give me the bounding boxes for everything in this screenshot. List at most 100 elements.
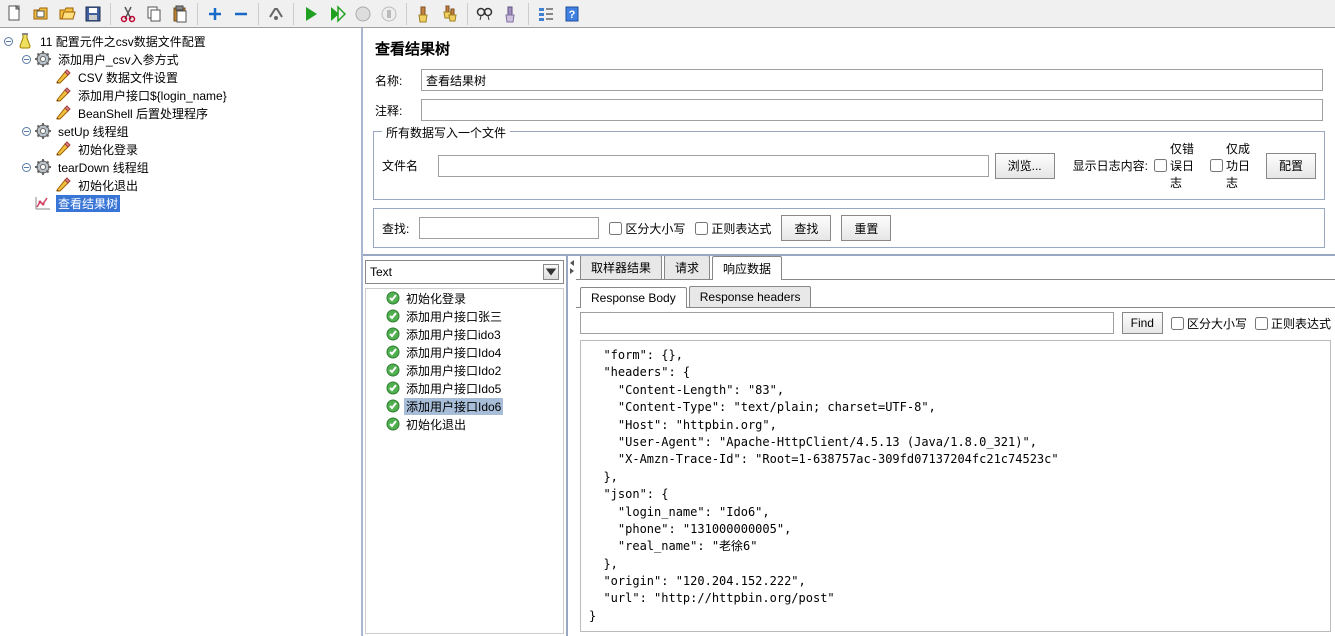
- tree-node[interactable]: 初始化退出: [0, 176, 361, 194]
- result-item[interactable]: 添加用户接口张三: [366, 307, 563, 325]
- tb-open[interactable]: [54, 2, 80, 26]
- response-body[interactable]: "form": {}, "headers": { "Content-Length…: [580, 340, 1331, 632]
- tb-search[interactable]: [472, 2, 498, 26]
- pass-icon: [386, 417, 400, 431]
- result-item[interactable]: 初始化退出: [366, 415, 563, 433]
- tree-node[interactable]: 添加用户_csv入参方式: [0, 50, 361, 68]
- tb-save[interactable]: [80, 2, 106, 26]
- file-input[interactable]: [438, 155, 989, 177]
- tree-node[interactable]: 初始化登录: [0, 140, 361, 158]
- toggle-icon[interactable]: [20, 53, 32, 65]
- tb-cut[interactable]: [115, 2, 141, 26]
- tree-node[interactable]: 查看结果树: [0, 194, 361, 212]
- find-case-check[interactable]: 区分大小写: [1171, 315, 1247, 332]
- pencil-icon: [54, 69, 72, 85]
- tree-node[interactable]: 添加用户接口${login_name}: [0, 86, 361, 104]
- comment-input[interactable]: [421, 99, 1323, 121]
- divider-handle[interactable]: [568, 256, 576, 636]
- pencil-icon: [54, 105, 72, 121]
- tb-help[interactable]: ?: [559, 2, 585, 26]
- search-reset-button[interactable]: 重置: [841, 215, 891, 241]
- result-label: 添加用户接口ido3: [404, 326, 503, 343]
- node-label: 添加用户接口${login_name}: [76, 87, 229, 104]
- find-row: Find 区分大小写 正则表达式: [580, 312, 1331, 334]
- tb-copy[interactable]: [141, 2, 167, 26]
- search-input[interactable]: [419, 217, 599, 239]
- node-label: 初始化登录: [76, 141, 140, 158]
- tb-toggle[interactable]: [263, 2, 289, 26]
- tree-node[interactable]: tearDown 线程组: [0, 158, 361, 176]
- beaker-icon: [16, 33, 34, 49]
- tb-stop[interactable]: [350, 2, 376, 26]
- find-regex-check[interactable]: 正则表达式: [1255, 315, 1331, 332]
- toggle-icon[interactable]: [20, 125, 32, 137]
- toggle-icon[interactable]: [2, 35, 14, 47]
- result-item[interactable]: 初始化登录: [366, 289, 563, 307]
- result-label: 添加用户接口Ido6: [404, 398, 503, 415]
- tab-response[interactable]: 响应数据: [712, 256, 782, 280]
- result-label: 添加用户接口Ido2: [404, 362, 503, 379]
- main-tabs: 取样器结果 请求 响应数据: [576, 256, 1335, 280]
- result-item[interactable]: 添加用户接口Ido2: [366, 361, 563, 379]
- tree-node[interactable]: CSV 数据文件设置: [0, 68, 361, 86]
- split-lower: Text 初始化登录添加用户接口张三添加用户接口ido3添加用户接口Ido4添加…: [363, 254, 1335, 636]
- tb-templates[interactable]: [28, 2, 54, 26]
- panel-title: 查看结果树: [363, 28, 1335, 65]
- search-find-button[interactable]: 查找: [781, 215, 831, 241]
- sub-tabs: Response Body Response headers: [576, 284, 1335, 308]
- chevron-down-icon: [543, 264, 559, 280]
- browse-button[interactable]: 浏览...: [995, 153, 1055, 179]
- gear-icon: [34, 123, 52, 139]
- node-label: CSV 数据文件设置: [76, 69, 180, 86]
- search-row: 查找: 区分大小写 正则表达式 查找 重置: [373, 208, 1325, 248]
- right-panel: 查看结果树 名称: 注释: 所有数据写入一个文件 文件名 浏览... 显示日志内…: [363, 28, 1335, 636]
- tb-clear[interactable]: [411, 2, 437, 26]
- pass-icon: [386, 345, 400, 359]
- tree-node[interactable]: setUp 线程组: [0, 122, 361, 140]
- tree-panel[interactable]: 11 配置元件之csv数据文件配置 添加用户_csv入参方式CSV 数据文件设置…: [0, 28, 363, 636]
- tb-paste[interactable]: [167, 2, 193, 26]
- name-label: 名称:: [375, 72, 417, 89]
- pass-icon: [386, 363, 400, 377]
- pass-icon: [386, 291, 400, 305]
- render-combo[interactable]: Text: [365, 260, 564, 284]
- result-item[interactable]: 添加用户接口Ido6: [366, 397, 563, 415]
- toggle-icon[interactable]: [20, 161, 32, 173]
- pass-icon: [386, 309, 400, 323]
- tb-reset-search[interactable]: [498, 2, 524, 26]
- name-input[interactable]: [421, 69, 1323, 91]
- tab-sampler[interactable]: 取样器结果: [580, 256, 662, 279]
- only-success-check[interactable]: 仅成功日志: [1210, 140, 1260, 191]
- search-regex-check[interactable]: 正则表达式: [695, 220, 771, 237]
- tb-collapse[interactable]: [228, 2, 254, 26]
- tab-request[interactable]: 请求: [664, 256, 710, 279]
- node-label: 添加用户_csv入参方式: [56, 51, 181, 68]
- tb-expand[interactable]: [202, 2, 228, 26]
- file-label: 文件名: [382, 157, 432, 174]
- result-list[interactable]: 初始化登录添加用户接口张三添加用户接口ido3添加用户接口Ido4添加用户接口I…: [365, 288, 564, 634]
- search-label: 查找:: [382, 220, 409, 237]
- only-error-check[interactable]: 仅错误日志: [1154, 140, 1204, 191]
- subtab-body[interactable]: Response Body: [580, 287, 687, 308]
- tb-play[interactable]: [298, 2, 324, 26]
- search-case-check[interactable]: 区分大小写: [609, 220, 685, 237]
- tb-shutdown[interactable]: [376, 2, 402, 26]
- log-content-label: 显示日志内容:: [1073, 157, 1148, 174]
- find-button[interactable]: Find: [1122, 312, 1163, 334]
- config-button[interactable]: 配置: [1266, 153, 1316, 179]
- tb-function-helper[interactable]: [533, 2, 559, 26]
- result-label: 添加用户接口Ido4: [404, 344, 503, 361]
- tree-node[interactable]: BeanShell 后置处理程序: [0, 104, 361, 122]
- result-item[interactable]: 添加用户接口ido3: [366, 325, 563, 343]
- tb-new-file[interactable]: [2, 2, 28, 26]
- find-input[interactable]: [580, 312, 1114, 334]
- pass-icon: [386, 381, 400, 395]
- tb-play-noclear[interactable]: [324, 2, 350, 26]
- result-label: 添加用户接口Ido5: [404, 380, 503, 397]
- subtab-headers[interactable]: Response headers: [689, 286, 812, 307]
- tb-clear-all[interactable]: [437, 2, 463, 26]
- tree-root[interactable]: 11 配置元件之csv数据文件配置: [0, 32, 361, 50]
- result-item[interactable]: 添加用户接口Ido4: [366, 343, 563, 361]
- node-label: tearDown 线程组: [56, 159, 151, 176]
- result-item[interactable]: 添加用户接口Ido5: [366, 379, 563, 397]
